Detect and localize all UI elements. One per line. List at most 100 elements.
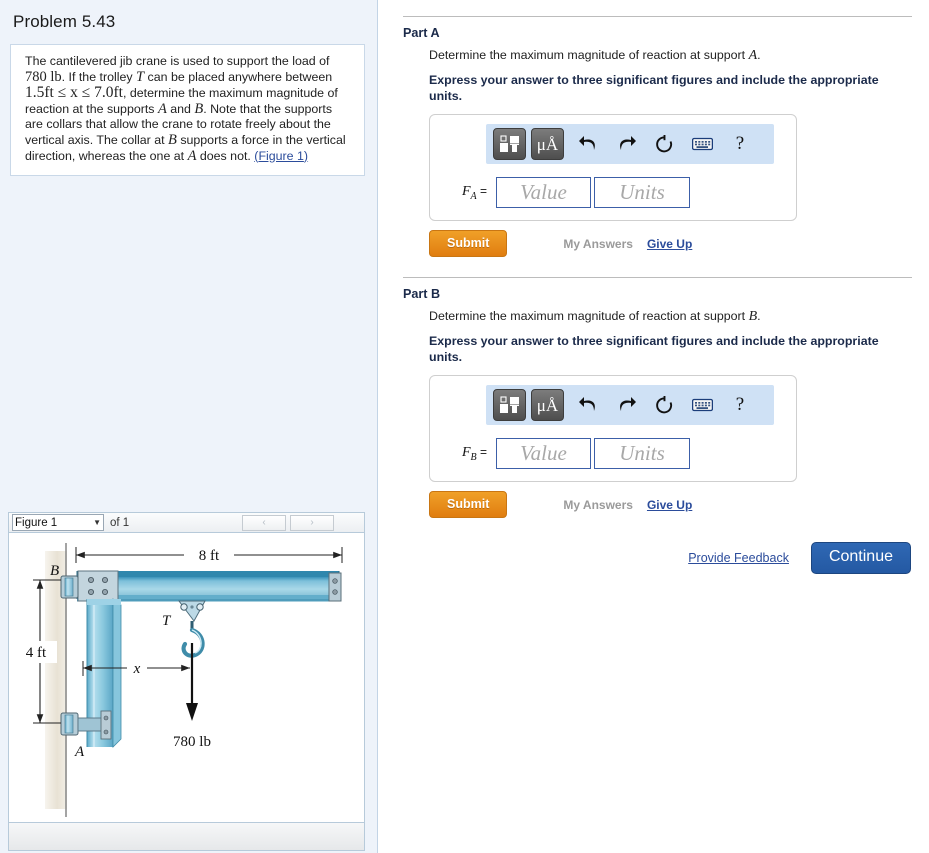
page-footer-actions: Provide Feedback Continue [379,542,929,574]
part-b-my-answers-link[interactable]: My Answers [563,498,633,512]
part-b-value-input[interactable]: Value [496,438,591,469]
part-a-my-answers-link[interactable]: My Answers [563,237,633,251]
label-B: B [50,563,59,579]
part-a-var-name: F [461,183,471,199]
part-a-question-var: A [748,48,758,63]
part-b-math-toolbar: μÅ ? [486,385,774,425]
part-b-heading: Part B [403,287,441,301]
part-a-input-row: FA = Value Units [430,177,796,208]
figure-canvas[interactable]: 8 ft B A 4 ft T 780 lb x [8,533,365,823]
page-title: Problem 5.43 [13,12,116,31]
statement-run-7: A [157,100,167,117]
part-a-action-row: Submit My Answers Give Up [429,230,911,257]
chevron-left-icon: ‹ [262,517,266,528]
part-a-question: Determine the maximum magnitude of react… [429,40,911,63]
label-x: x [133,661,141,677]
part-b-units-placeholder: Units [619,441,665,465]
part-b-section: Part B Determine the maximum magnitude o… [379,257,929,518]
figure-select[interactable]: Figure 1 ▼ [12,514,104,531]
statement-run-11: B [168,131,177,148]
part-a-give-up-link[interactable]: Give Up [647,237,692,251]
statement-run-3: T [136,68,145,85]
part-b-input-row: FB = Value Units [430,438,796,469]
continue-button[interactable]: Continue [810,542,911,574]
dim-4ft-label: 4 ft [26,645,47,661]
reset-icon[interactable] [645,128,683,160]
provide-feedback-link[interactable]: Provide Feedback [688,551,789,565]
dim-8ft-label: 8 ft [199,548,220,564]
part-b-question-pre: Determine the maximum magnitude of react… [429,309,749,323]
load-label: 780 lb [173,734,211,750]
part-a-value-placeholder: Value [520,180,567,204]
units-micro-angstrom-icon[interactable]: μÅ [531,128,564,160]
figure-link-label: Figure 1 [258,148,304,163]
part-b-value-placeholder: Value [520,441,567,465]
math-template-icon[interactable] [493,389,526,421]
units-micro-angstrom-icon[interactable]: μÅ [531,389,564,421]
help-icon[interactable]: ? [721,389,759,421]
figure-prev-button[interactable]: ‹ [242,514,286,531]
chevron-right-icon: › [310,517,314,528]
part-b-action-row: Submit My Answers Give Up [429,491,911,518]
part-a-heading: Part A [403,26,440,40]
part-b-give-up-link[interactable]: Give Up [647,498,692,512]
figure-select-value: Figure 1 [15,516,58,529]
part-b-variable-label: FB = [446,445,496,463]
help-icon[interactable]: ? [721,128,759,160]
part-a-body: Determine the maximum magnitude of react… [379,40,929,257]
part-b-units-input[interactable]: Units [594,438,690,469]
statement-run-5: 1.5ft ≤ x ≤ 7.0ft [25,84,123,102]
math-template-icon[interactable] [493,128,526,160]
undo-icon[interactable] [569,389,607,421]
statement-run-8: and [166,101,195,116]
figure-next-button[interactable]: › [290,514,334,531]
part-a-question-pre: Determine the maximum magnitude of react… [429,48,749,62]
part-a-equals: = [479,183,487,198]
part-b-var-name: F [461,444,471,460]
part-a-units-input[interactable]: Units [594,177,690,208]
statement-run-14: does not. [196,148,255,163]
redo-icon[interactable] [607,389,645,421]
part-a-units-placeholder: Units [619,180,665,204]
statement-run-1: 780 lb [25,68,62,85]
part-b-body: Determine the maximum magnitude of react… [379,301,929,518]
part-b-question: Determine the maximum magnitude of react… [429,301,911,324]
keyboard-icon[interactable] [683,128,721,160]
statement-run-9: B [194,100,204,117]
reset-icon[interactable] [645,389,683,421]
undo-icon[interactable] [569,128,607,160]
figure-toolbar: Figure 1 ▼ of 1 ‹ › [8,512,365,533]
chevron-down-icon: ▼ [93,518,101,527]
jib-crane-diagram: 8 ft B A 4 ft T 780 lb x [15,543,343,817]
part-a-answer-box: μÅ ? FA = Value Units [429,114,797,221]
part-a-instruction: Express your answer to three significant… [429,73,879,103]
figure-nav-group: ‹ › [242,514,362,531]
part-b-submit-button[interactable]: Submit [429,491,508,518]
answer-panel: Part A Determine the maximum magnitude o… [379,0,929,853]
redo-icon[interactable] [607,128,645,160]
keyboard-icon[interactable] [683,389,721,421]
statement-run-4: can be placed anywhere between [144,69,333,84]
part-b-answer-box: μÅ ? FB = Value Units [429,375,797,482]
statement-run-0: The cantilevered jib crane is used to su… [25,54,330,68]
label-A: A [74,744,85,760]
part-b-question-post: . [757,309,761,323]
problem-panel: Problem 5.43 The cantilevered jib crane … [0,0,378,853]
part-a-variable-label: FA = [446,184,496,202]
part-b-equals: = [479,444,487,459]
part-a-question-post: . [757,48,761,62]
part-a-submit-button[interactable]: Submit [429,230,508,257]
units-icon-label: μÅ [536,395,559,415]
figure-1-link[interactable]: (Figure 1) [254,149,308,163]
part-a-section: Part A Determine the maximum magnitude o… [379,0,929,257]
part-b-question-var: B [748,309,758,324]
units-icon-label: μÅ [536,134,559,154]
part-a-math-toolbar: μÅ ? [486,124,774,164]
part-a-value-input[interactable]: Value [496,177,591,208]
problem-statement-box: The cantilevered jib crane is used to su… [10,44,365,177]
figure-viewer: Figure 1 ▼ of 1 ‹ › 8 ft B A 4 ft T 780 … [8,512,365,851]
figure-link-paren-close: ) [303,148,309,163]
figure-footer-bar [8,823,365,851]
part-b-instruction: Express your answer to three significant… [429,334,879,364]
statement-run-2: . If the trolley [61,69,137,84]
